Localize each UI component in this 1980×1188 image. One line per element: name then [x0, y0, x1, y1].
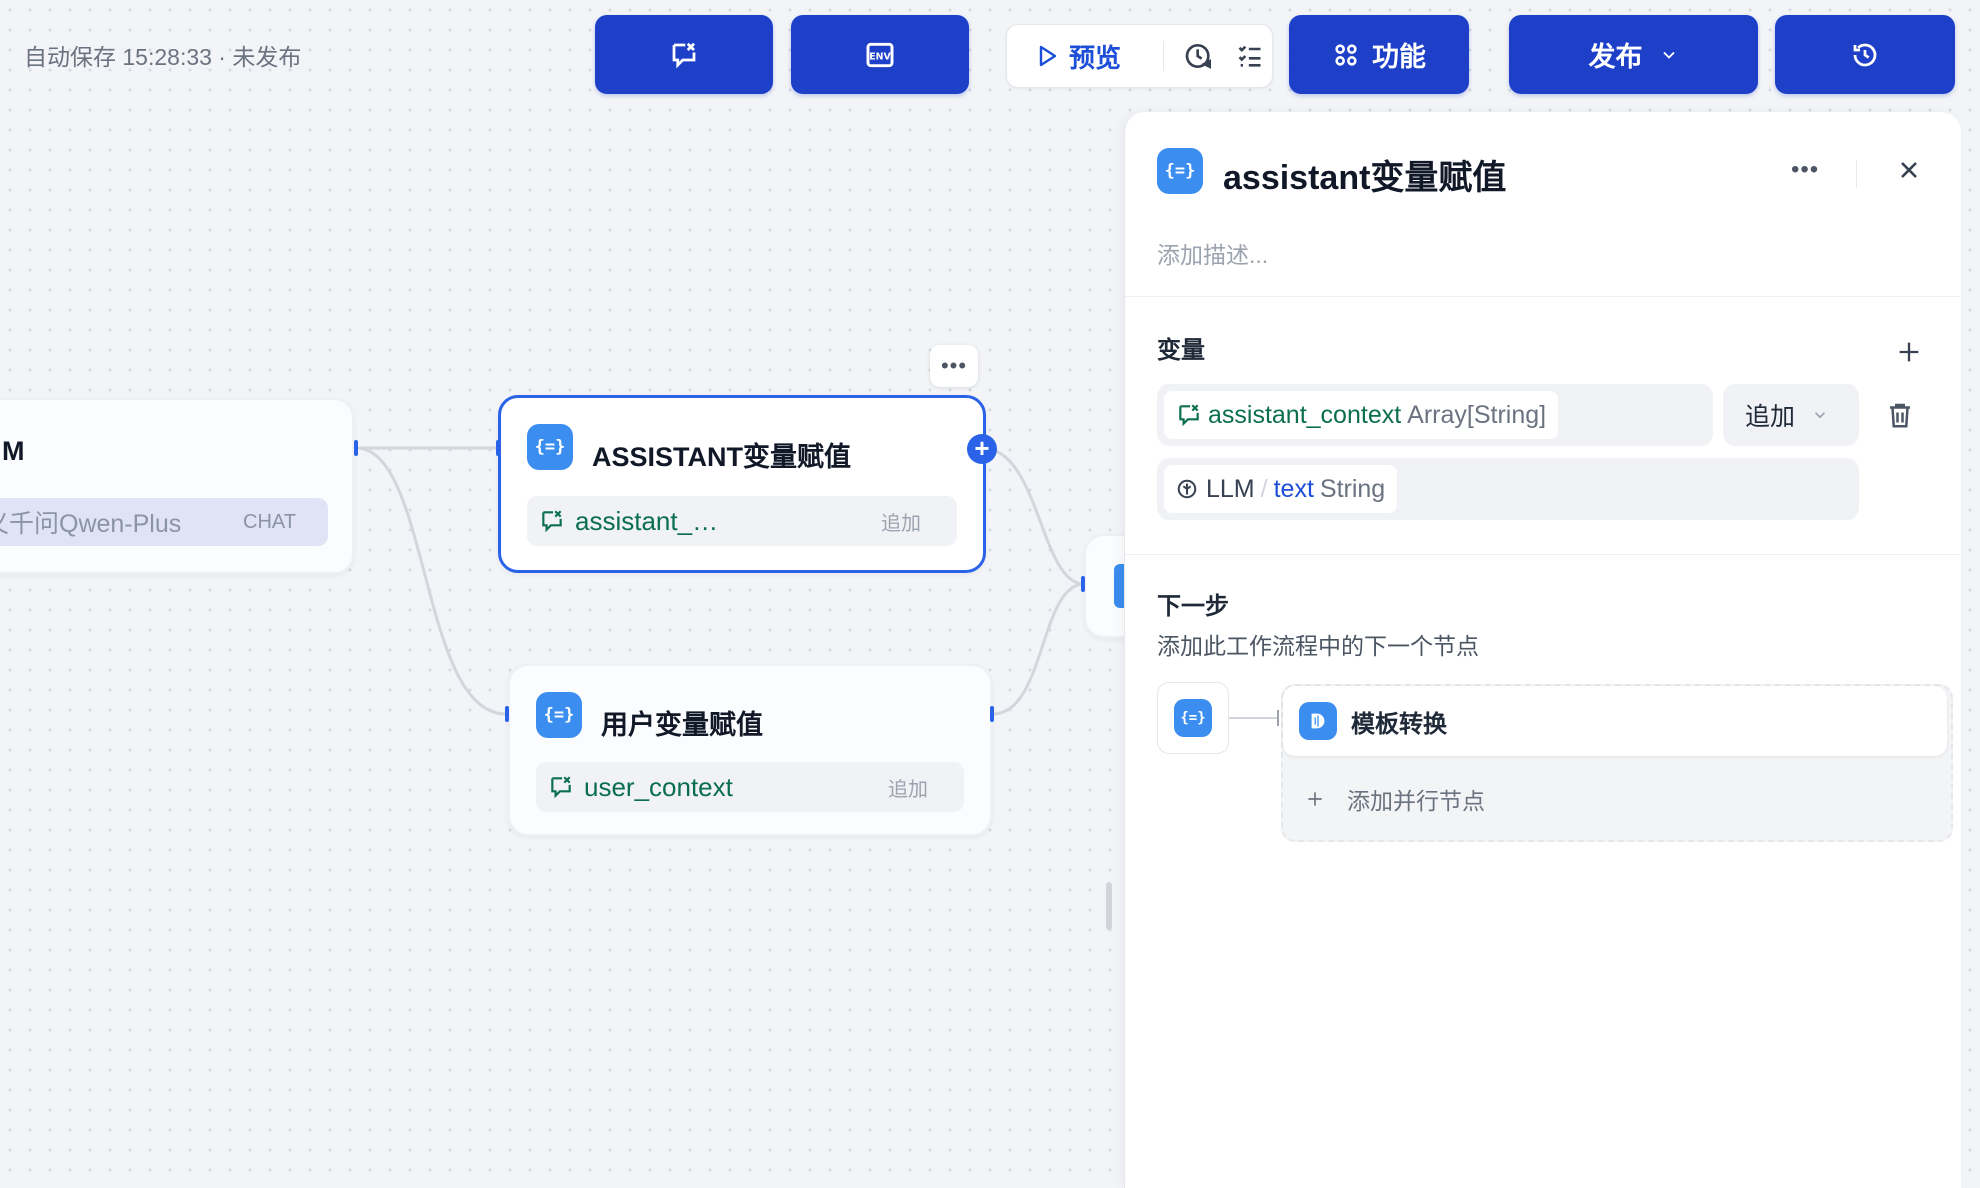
llm-output-handle[interactable]	[354, 440, 358, 456]
assistant-input-handle[interactable]	[496, 440, 500, 456]
add-parallel-label: 添加并行节点	[1347, 788, 1485, 814]
delete-variable-button[interactable]	[1885, 400, 1915, 435]
chevron-down-icon	[1814, 412, 1826, 419]
user-node-title: 用户变量赋值	[601, 710, 763, 740]
connection-lines	[355, 446, 1085, 716]
operation-select[interactable]: 追加	[1723, 384, 1859, 446]
variable-assigner-icon: {=}	[1157, 148, 1203, 194]
current-node-badge: {=}	[1157, 682, 1229, 754]
trash-icon	[1890, 403, 1910, 428]
llm-node[interactable]: M 义千问Qwen-Plus CHAT	[0, 398, 354, 574]
version-history-button[interactable]	[1775, 15, 1955, 94]
llm-model-row: 义千问Qwen-Plus CHAT	[0, 498, 328, 546]
llm-model-name: 义千问Qwen-Plus	[0, 510, 182, 538]
source-separator: /	[1260, 474, 1268, 503]
variable-assigner-icon: {=}	[527, 424, 573, 470]
next-node-item[interactable]: 模板转换	[1283, 686, 1947, 756]
conversation-variable-icon	[542, 510, 562, 533]
variable-assigner-icon: {=}	[536, 692, 582, 738]
target-var-type: Array[String]	[1407, 400, 1547, 429]
plus-icon	[1899, 342, 1919, 362]
description-input[interactable]: 添加描述...	[1157, 236, 1268, 270]
conversation-variable-icon	[551, 776, 571, 799]
add-variable-button[interactable]	[1895, 338, 1923, 371]
checklist-icon	[1239, 45, 1261, 67]
checklist-button[interactable]	[1229, 32, 1272, 80]
source-var-type: String	[1319, 474, 1386, 503]
features-icon	[1335, 43, 1357, 66]
features-label: 功能	[1372, 42, 1426, 72]
clock-play-icon	[1185, 44, 1212, 69]
next-step-title: 下一步	[1157, 593, 1229, 620]
template-transform-icon	[1299, 702, 1337, 740]
add-parallel-node-button[interactable]: 添加并行节点	[1305, 782, 1485, 816]
llm-node-title: M	[2, 436, 25, 466]
run-history-button[interactable]	[1178, 32, 1221, 80]
llm-icon	[1177, 479, 1197, 499]
variable-assigner-icon: {=}	[1174, 699, 1212, 737]
next-step-subtitle: 添加此工作流程中的下一个节点	[1157, 633, 1479, 659]
user-node-operation: 追加	[888, 778, 928, 801]
source-variable-selector[interactable]: LLM / text String	[1157, 458, 1859, 520]
user-node-var-name: user_context	[584, 771, 733, 802]
close-button[interactable]	[1895, 156, 1923, 189]
panel-more-button[interactable]: •••	[1791, 156, 1819, 184]
assistant-node-operation: 追加	[881, 512, 921, 535]
panel-resize-handle[interactable]	[1106, 882, 1112, 930]
next-step-connector-end	[1277, 710, 1279, 726]
assistant-assign-node[interactable]: {=} ASSISTANT变量赋值 assistant_… 追加	[498, 395, 986, 573]
assistant-node-var-name: assistant_…	[575, 505, 719, 536]
assistant-node-title: ASSISTANT变量赋值	[592, 442, 852, 472]
llm-model-mode: CHAT	[243, 510, 296, 533]
assistant-node-var-row: assistant_… 追加	[527, 496, 957, 546]
plus-icon	[1308, 792, 1322, 806]
publish-label: 发布	[1588, 42, 1643, 72]
divider	[1856, 160, 1857, 188]
template-input-handle[interactable]	[1081, 576, 1085, 592]
panel-title[interactable]: assistant变量赋值	[1223, 150, 1506, 199]
user-node-var-row: user_context 追加	[536, 762, 964, 812]
conversation-variable-icon	[1179, 404, 1199, 427]
features-button[interactable]: 功能	[1289, 15, 1469, 94]
variables-section-title: 变量	[1157, 337, 1205, 364]
next-node-name: 模板转换	[1351, 710, 1447, 738]
divider	[1162, 41, 1164, 71]
user-assign-node[interactable]: {=} 用户变量赋值 user_context 追加	[508, 664, 992, 836]
history-icon	[1853, 43, 1877, 66]
divider	[1125, 296, 1961, 297]
chevron-down-icon	[1662, 51, 1675, 59]
publish-button[interactable]: 发布	[1509, 15, 1758, 94]
user-output-handle[interactable]	[990, 706, 994, 722]
target-variable-chip: assistant_context Array[String]	[1164, 391, 1559, 439]
source-variable-chip: LLM / text String	[1164, 465, 1398, 513]
node-more-button[interactable]: •••	[930, 345, 978, 387]
source-node-name: LLM	[1206, 474, 1255, 503]
node-config-panel: {=} assistant变量赋值 ••• 添加描述... 变量 assista…	[1124, 112, 1961, 1188]
operation-value: 追加	[1745, 403, 1796, 431]
target-var-name: assistant_context	[1208, 400, 1402, 429]
divider	[1125, 554, 1961, 555]
next-step-connector	[1229, 717, 1277, 719]
source-var-name: text	[1273, 474, 1314, 503]
user-input-handle[interactable]	[505, 706, 509, 722]
add-next-node-handle[interactable]: +	[967, 434, 997, 464]
target-variable-selector[interactable]: assistant_context Array[String]	[1157, 384, 1713, 446]
close-icon	[1901, 162, 1917, 178]
